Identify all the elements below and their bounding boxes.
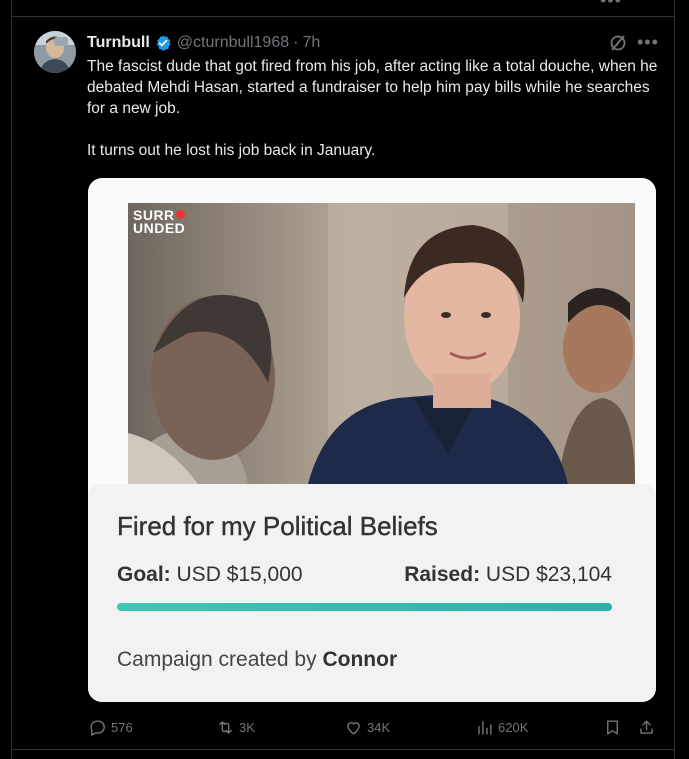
frame-right-border xyxy=(674,0,675,759)
views-count: 620K xyxy=(498,719,529,735)
raised-label: Raised: xyxy=(404,563,481,586)
created-by: Campaign created by Connor xyxy=(117,648,397,672)
separator-dot: · xyxy=(293,34,299,51)
handle[interactable]: @cturnbull1968 xyxy=(177,34,289,52)
tweet-actions: 576 3K 34K 620K xyxy=(0,717,689,737)
repost-count: 3K xyxy=(239,719,255,735)
repost-button[interactable]: 3K xyxy=(216,717,255,737)
fundraiser-card[interactable]: SURR UNDED Fired for my Political Belief… xyxy=(88,178,656,702)
reply-count: 576 xyxy=(111,719,133,735)
tweet-paragraph-2: It turns out he lost his job back in Jan… xyxy=(87,142,376,159)
campaign-photo: SURR UNDED xyxy=(128,203,635,484)
like-count: 34K xyxy=(367,719,391,735)
campaign-info: Fired for my Political Beliefs Goal: USD… xyxy=(88,484,656,702)
avatar[interactable] xyxy=(34,31,76,73)
goal-label: Goal: xyxy=(117,563,171,586)
share-icon xyxy=(640,719,653,734)
views-button[interactable]: 620K xyxy=(475,717,528,737)
created-prefix: Campaign created by xyxy=(117,648,317,671)
repost-icon xyxy=(219,720,232,734)
progress-bar xyxy=(117,603,612,611)
verified-badge-icon xyxy=(154,34,172,52)
like-button[interactable]: 34K xyxy=(344,717,390,737)
views-icon xyxy=(478,720,492,735)
like-icon xyxy=(347,721,360,735)
goal-value: USD $15,000 xyxy=(176,563,303,586)
tweet-text: The fascist dude that got fired from his… xyxy=(87,56,662,161)
share-button[interactable] xyxy=(637,717,660,737)
previous-more-icon[interactable]: ••• xyxy=(600,0,622,11)
grok-icon[interactable] xyxy=(609,34,627,52)
goal: Goal: USD $15,000 xyxy=(117,563,303,587)
raised-value: USD $23,104 xyxy=(485,563,612,586)
timestamp[interactable]: 7h xyxy=(302,34,320,52)
reply-button[interactable]: 576 xyxy=(88,717,133,737)
display-name[interactable]: Turnbull xyxy=(87,34,150,52)
bottom-divider xyxy=(12,749,674,750)
progress-fill xyxy=(117,603,612,611)
tweet-header: Turnbull @cturnbull1968 · 7h xyxy=(87,33,320,53)
tweet-paragraph-1: The fascist dude that got fired from his… xyxy=(87,58,658,117)
frame-left-border xyxy=(11,0,12,759)
watermark-line-2: UNDED xyxy=(133,220,186,236)
creator-name: Connor xyxy=(322,648,398,671)
campaign-title: Fired for my Political Beliefs xyxy=(117,511,438,541)
more-icon[interactable]: ••• xyxy=(637,33,659,51)
surrounded-logo: SURR UNDED xyxy=(133,208,186,236)
bookmark-button[interactable] xyxy=(603,717,626,737)
top-divider xyxy=(12,16,674,17)
bookmark-icon xyxy=(607,719,618,735)
raised: Raised: USD $23,104 xyxy=(404,563,612,587)
reply-icon xyxy=(90,719,105,736)
